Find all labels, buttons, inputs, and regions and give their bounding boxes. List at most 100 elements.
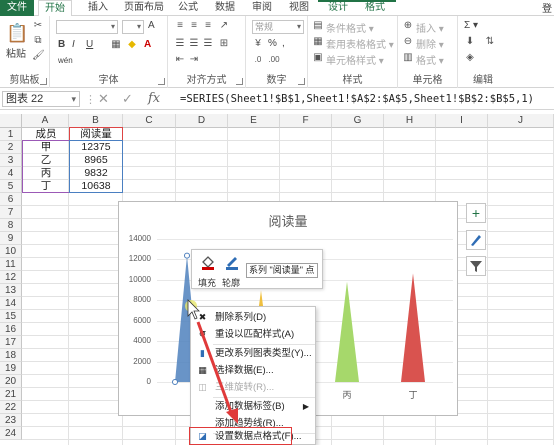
insert-cells-button[interactable]: 插入 ▾ bbox=[416, 20, 444, 35]
menu-change-chart-type[interactable]: ▮ 更改系列图表类型(Y)... bbox=[191, 345, 315, 362]
font-size-combo[interactable] bbox=[122, 20, 144, 34]
tab-formulas[interactable]: 公式 bbox=[178, 0, 198, 16]
conditional-format-button[interactable]: 条件格式 ▾ bbox=[326, 20, 374, 35]
row-header-22[interactable]: 22 bbox=[0, 401, 22, 414]
number-launcher[interactable] bbox=[298, 78, 305, 85]
fill-label[interactable]: 填充 bbox=[198, 276, 216, 289]
increase-decimal-icon[interactable]: .0 bbox=[252, 54, 264, 66]
column-header-i[interactable]: I bbox=[436, 114, 488, 128]
phonetic-icon[interactable]: wén bbox=[58, 56, 73, 65]
border-icon[interactable]: ▦ bbox=[110, 39, 122, 51]
conditional-format-icon[interactable]: ▤ bbox=[312, 20, 324, 32]
align-top-icon[interactable]: ≡ bbox=[174, 20, 186, 32]
font-name-combo[interactable] bbox=[56, 20, 118, 34]
row-header-20[interactable]: 20 bbox=[0, 375, 22, 388]
tab-chart-format[interactable]: 格式 bbox=[365, 0, 385, 16]
delete-cells-button[interactable]: 删除 ▾ bbox=[416, 36, 444, 51]
name-box[interactable]: 图表 22 bbox=[2, 91, 80, 107]
row-header-1[interactable]: 1 bbox=[0, 128, 22, 141]
outline-label[interactable]: 轮廓 bbox=[222, 276, 240, 289]
merge-icon[interactable]: ⊞ bbox=[218, 38, 230, 50]
delete-cells-icon[interactable]: ⊖ bbox=[402, 36, 414, 48]
format-cells-button[interactable]: 格式 ▾ bbox=[416, 52, 444, 67]
cell-styles-icon[interactable]: ▣ bbox=[312, 52, 324, 64]
sort-filter-icon[interactable]: ⇅ bbox=[484, 36, 496, 48]
menu-3d-rotation[interactable]: ◫ 三维旋转(R)... bbox=[191, 379, 315, 396]
row-header-8[interactable]: 8 bbox=[0, 219, 22, 232]
formula-input[interactable]: =SERIES(Sheet1!$B$1,Sheet1!$A$2:$A$5,She… bbox=[180, 91, 550, 107]
cut-icon[interactable]: ✂ bbox=[32, 20, 44, 32]
tab-insert[interactable]: 插入 bbox=[88, 0, 108, 16]
row-header-4[interactable]: 4 bbox=[0, 167, 22, 180]
align-right-icon[interactable]: ☰ bbox=[202, 38, 214, 50]
font-color-icon[interactable]: A bbox=[144, 39, 151, 50]
bar-3[interactable] bbox=[335, 281, 359, 382]
row-header-12[interactable]: 12 bbox=[0, 271, 22, 284]
row-header-19[interactable]: 19 bbox=[0, 362, 22, 375]
row-header-17[interactable]: 17 bbox=[0, 336, 22, 349]
tab-review[interactable]: 审阅 bbox=[252, 0, 272, 16]
align-center-icon[interactable]: ☰ bbox=[188, 38, 200, 50]
chart-filters-icon[interactable] bbox=[466, 256, 486, 276]
selection-handle[interactable] bbox=[184, 252, 190, 259]
tab-page-layout[interactable]: 页面布局 bbox=[124, 0, 164, 16]
row-header-16[interactable]: 16 bbox=[0, 323, 22, 336]
row-header-6[interactable]: 6 bbox=[0, 193, 22, 206]
currency-icon[interactable]: ¥ bbox=[252, 38, 264, 50]
indent-icon[interactable]: ⇥ bbox=[188, 54, 200, 66]
enter-icon[interactable]: ✓ bbox=[122, 91, 133, 107]
row-header-21[interactable]: 21 bbox=[0, 388, 22, 401]
chart-elements-button[interactable]: + bbox=[466, 203, 486, 223]
chart-styles-brush-icon[interactable] bbox=[466, 230, 486, 250]
row-header-18[interactable]: 18 bbox=[0, 349, 22, 362]
percent-button[interactable]: % bbox=[268, 38, 277, 49]
bar-4[interactable] bbox=[401, 273, 425, 382]
fill-color-icon[interactable]: ◆ bbox=[126, 39, 138, 51]
fill-down-icon[interactable]: ⬇ bbox=[464, 36, 476, 48]
orientation-icon[interactable]: ↗ bbox=[218, 20, 230, 32]
format-as-table-button[interactable]: 套用表格格式 ▾ bbox=[326, 36, 394, 51]
align-left-icon[interactable]: ☰ bbox=[174, 38, 186, 50]
column-header-j[interactable]: J bbox=[488, 114, 554, 128]
column-header-f[interactable]: F bbox=[280, 114, 332, 128]
align-middle-icon[interactable]: ≡ bbox=[188, 20, 200, 32]
font-launcher[interactable] bbox=[158, 78, 165, 85]
row-header-23[interactable]: 23 bbox=[0, 414, 22, 427]
tab-home[interactable]: 开始 bbox=[38, 0, 72, 17]
underline-button[interactable]: U bbox=[86, 39, 93, 50]
menu-reset-style[interactable]: ↺ 重设以匹配样式(A) bbox=[191, 326, 315, 343]
format-cells-icon[interactable]: ▥ bbox=[402, 52, 414, 64]
comma-button[interactable]: , bbox=[282, 38, 285, 49]
row-header-13[interactable]: 13 bbox=[0, 284, 22, 297]
cancel-icon[interactable]: ✕ bbox=[98, 91, 109, 107]
clipboard-launcher[interactable] bbox=[40, 78, 47, 85]
column-header-c[interactable]: C bbox=[123, 114, 176, 128]
paste-icon[interactable]: 📋 bbox=[6, 22, 28, 44]
column-header-a[interactable]: A bbox=[22, 114, 69, 128]
outline-pen-icon[interactable] bbox=[224, 254, 240, 270]
tab-file[interactable]: 文件 bbox=[0, 0, 34, 16]
column-header-b[interactable]: B bbox=[69, 114, 123, 128]
row-header-7[interactable]: 7 bbox=[0, 206, 22, 219]
alignment-launcher[interactable] bbox=[236, 78, 243, 85]
row-header-5[interactable]: 5 bbox=[0, 180, 22, 193]
column-header-d[interactable]: D bbox=[176, 114, 228, 128]
selection-handle[interactable] bbox=[172, 379, 178, 385]
insert-cells-icon[interactable]: ⊕ bbox=[402, 20, 414, 32]
sign-in-link[interactable]: 登 bbox=[542, 0, 552, 15]
number-format-combo[interactable]: 常规 bbox=[252, 20, 304, 34]
table-format-icon[interactable]: ▦ bbox=[312, 36, 324, 48]
paste-button-label[interactable]: 粘贴 bbox=[6, 45, 26, 60]
row-header-11[interactable]: 11 bbox=[0, 258, 22, 271]
decrease-decimal-icon[interactable]: .00 bbox=[268, 54, 280, 66]
row-header-15[interactable]: 15 bbox=[0, 310, 22, 323]
chart-element-select[interactable]: 系列 "阅读量" 点 bbox=[246, 263, 318, 278]
menu-select-data[interactable]: ▦ 选择数据(E)... bbox=[191, 362, 315, 379]
row-header-2[interactable]: 2 bbox=[0, 141, 22, 154]
tab-chart-design[interactable]: 设计 bbox=[328, 0, 348, 16]
italic-button[interactable]: I bbox=[72, 39, 75, 50]
menu-add-data-labels[interactable]: 添加数据标签(B) ▶ bbox=[191, 398, 315, 415]
clear-icon[interactable]: ◈ bbox=[464, 52, 476, 64]
fill-bucket-icon[interactable] bbox=[200, 254, 216, 270]
select-all-corner[interactable] bbox=[0, 114, 22, 128]
